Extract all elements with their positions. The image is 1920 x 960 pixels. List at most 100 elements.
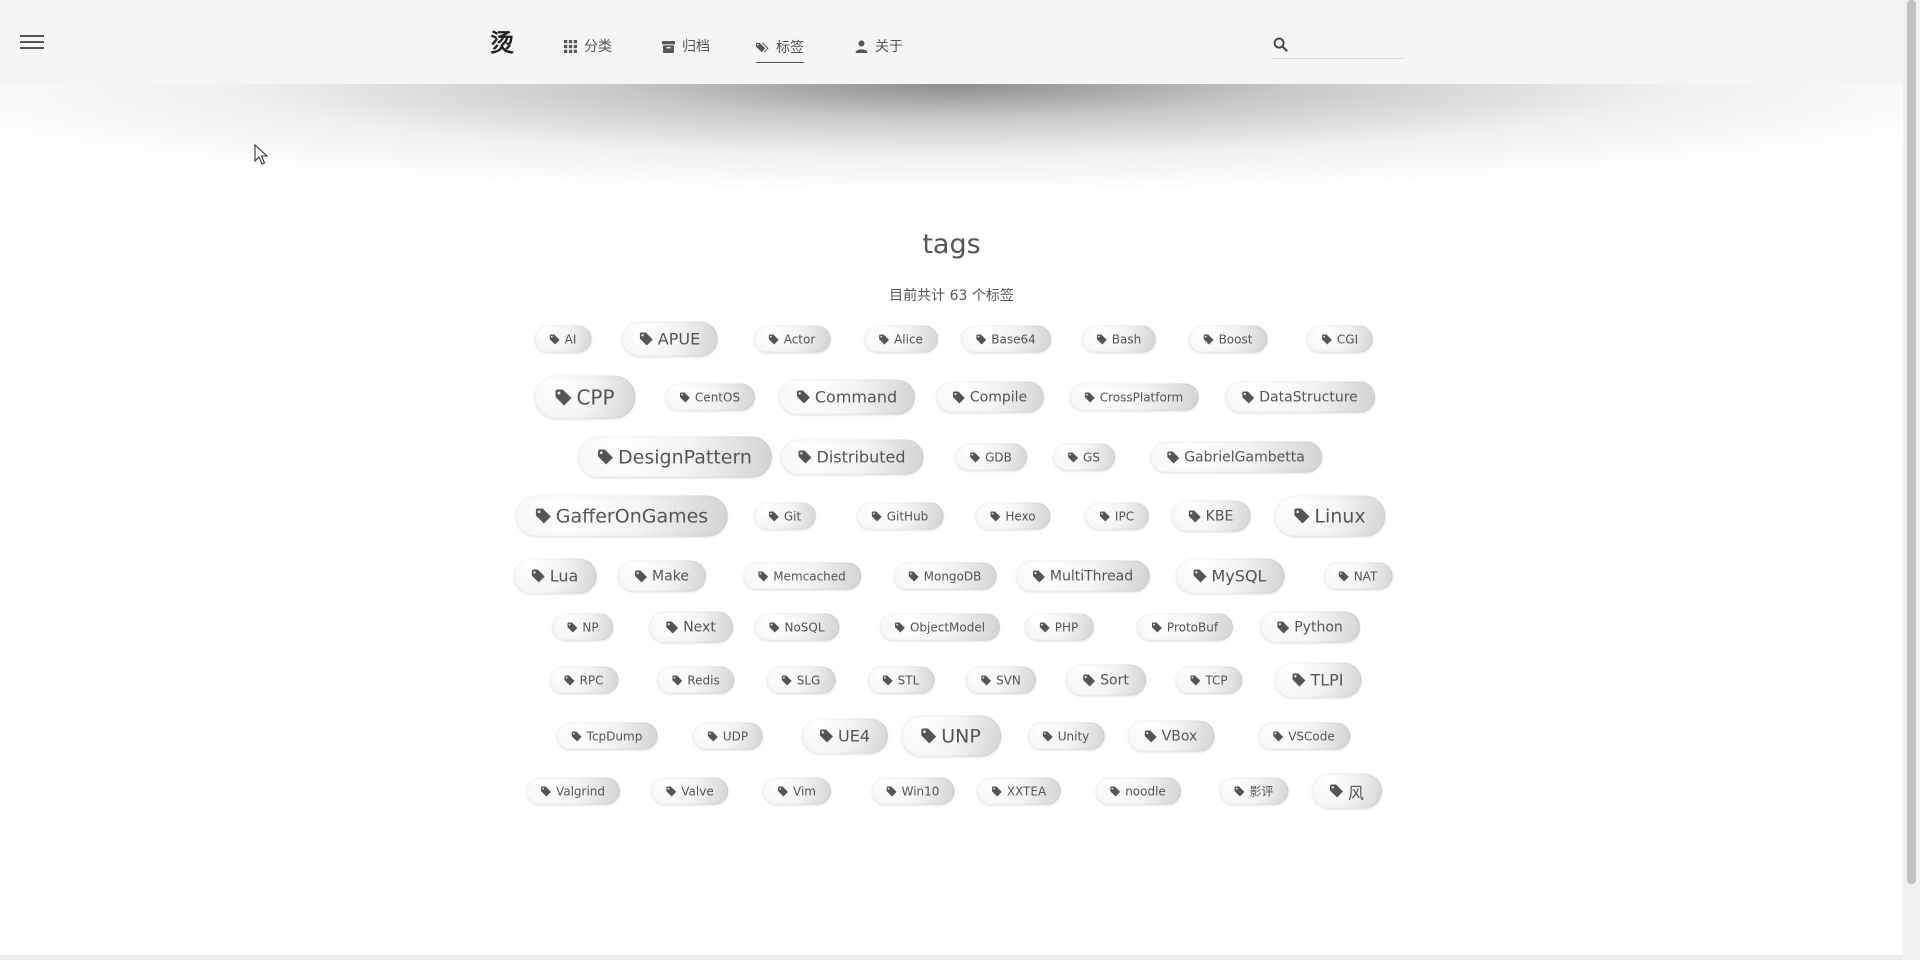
tag-link[interactable]: ObjectModel [879, 613, 1001, 641]
tag-label: CGI [1336, 332, 1359, 346]
tag-label: MongoDB [923, 569, 982, 583]
search-input[interactable] [1294, 34, 1406, 58]
tag-link[interactable]: VBox [1127, 720, 1215, 752]
tag-link[interactable]: KBE [1171, 500, 1251, 532]
tag-icon [1338, 571, 1349, 581]
tag-link[interactable]: Compile [935, 381, 1045, 413]
tag-link[interactable]: Boost [1188, 325, 1268, 353]
tag-label: Hexo [1005, 509, 1036, 523]
tag-link[interactable]: 风 [1311, 773, 1383, 809]
tag-link[interactable]: GDB [955, 443, 1027, 471]
tag-label: UE4 [838, 726, 870, 746]
tag-link[interactable]: Win10 [871, 777, 955, 805]
tag-link[interactable]: Actor [753, 325, 831, 353]
tag-link[interactable]: CrossPlatform [1069, 383, 1199, 411]
tag-link[interactable]: Memcached [743, 562, 861, 590]
tag-link[interactable]: Base64 [961, 325, 1051, 353]
tag-label: GS [1083, 450, 1100, 464]
tag-link[interactable]: Sort [1066, 664, 1146, 696]
scrollbar-thumb[interactable] [1907, 0, 1916, 884]
tag-link[interactable]: MultiThread [1015, 560, 1151, 592]
tag-link[interactable]: Bash [1081, 325, 1157, 353]
tag-link[interactable]: Valgrind [525, 777, 621, 805]
tag-link[interactable]: UNP [901, 715, 1001, 757]
tag-link[interactable]: NoSQL [754, 613, 840, 641]
tag-link[interactable]: Git [753, 502, 817, 530]
tag-link[interactable]: GafferOnGames [515, 495, 729, 537]
tag-link[interactable]: UE4 [802, 718, 888, 754]
tag-icon [1277, 621, 1290, 633]
tag-label: Git [783, 509, 802, 523]
tag-link[interactable]: Unity [1027, 722, 1105, 750]
tag-link[interactable]: SLG [766, 666, 836, 694]
tag-label: KBE [1205, 508, 1234, 524]
tag-link[interactable]: Distributed [780, 439, 924, 475]
tag-label: Bash [1111, 332, 1142, 346]
tag-link[interactable]: DesignPattern [578, 436, 772, 478]
tag-link[interactable]: XXTEA [976, 777, 1062, 805]
tag-label: Compile [969, 389, 1028, 405]
tag-link[interactable]: Lua [513, 558, 597, 594]
nav-item-categories[interactable]: 分类 [564, 34, 612, 58]
tag-link[interactable]: NAT [1323, 562, 1393, 590]
tag-link[interactable]: Redis [657, 666, 735, 694]
tag-link[interactable]: noodle [1095, 777, 1181, 805]
tag-link[interactable]: AI [534, 325, 592, 353]
tag-link[interactable]: Next [649, 611, 733, 643]
tag-link[interactable]: SVN [966, 666, 1036, 694]
tag-link[interactable]: MongoDB [893, 562, 997, 590]
tag-label: NoSQL [784, 620, 825, 634]
tag-icon [1294, 508, 1310, 524]
tag-link[interactable]: IPC [1084, 502, 1150, 530]
tag-link[interactable]: TCP [1175, 666, 1243, 694]
tag-link[interactable]: UDP [692, 722, 764, 750]
tag-icon [908, 571, 919, 581]
tag-icon [1042, 731, 1053, 741]
tag-link[interactable]: ProtoBuf [1136, 613, 1234, 641]
tag-label: DesignPattern [618, 446, 752, 468]
tag-link[interactable]: Vim [763, 777, 831, 805]
tag-icon [1039, 622, 1050, 632]
tag-icon [970, 452, 981, 462]
tag-link[interactable]: GS [1053, 443, 1115, 471]
scrollbar[interactable] [1903, 0, 1920, 960]
tag-link[interactable]: RPC [549, 666, 619, 694]
tag-label: 风 [1347, 783, 1365, 802]
tag-link[interactable]: NP [552, 613, 614, 641]
tag-link[interactable]: Make [618, 560, 706, 592]
tag-link[interactable]: APUE [621, 321, 719, 357]
tag-link[interactable]: 影评 [1219, 777, 1289, 805]
tag-link[interactable]: Valve [651, 777, 729, 805]
tag-link[interactable]: DataStructure [1225, 381, 1375, 413]
tag-link[interactable]: CentOS [664, 383, 756, 411]
tag-link[interactable]: MySQL [1175, 558, 1285, 594]
search-box[interactable] [1272, 34, 1406, 59]
tag-link[interactable]: VSCode [1258, 722, 1350, 750]
nav-item-archives[interactable]: 归档 [662, 34, 710, 58]
tag-link[interactable]: CPP [534, 375, 636, 419]
tag-link[interactable]: STL [867, 666, 935, 694]
tag-link[interactable]: Alice [864, 325, 938, 353]
tag-link[interactable]: Command [778, 379, 916, 415]
tag-icon [635, 570, 648, 582]
nav-item-about[interactable]: 关于 [855, 34, 903, 58]
tag-link[interactable]: TLPI [1274, 662, 1362, 698]
tag-link[interactable]: Python [1260, 611, 1360, 643]
tag-icon [540, 786, 551, 796]
nav-item-tags[interactable]: 标签 [756, 35, 804, 63]
tag-link[interactable]: GabrielGambetta [1150, 441, 1322, 473]
tag-link[interactable]: GitHub [856, 502, 944, 530]
tag-label: Linux [1314, 505, 1366, 527]
tag-link[interactable]: Hexo [975, 502, 1051, 530]
tag-label: Lua [549, 566, 579, 586]
tag-label: Memcached [773, 569, 846, 583]
site-brand[interactable]: 烫 [490, 28, 514, 58]
tag-label: Vim [793, 784, 816, 798]
tag-link[interactable]: TcpDump [556, 722, 658, 750]
menu-toggle-icon[interactable] [20, 35, 44, 51]
tag-label: VSCode [1288, 729, 1335, 743]
tag-link[interactable]: CGI [1306, 325, 1374, 353]
nav-label: 分类 [584, 39, 612, 55]
tag-link[interactable]: Linux [1274, 495, 1386, 537]
tag-link[interactable]: PHP [1024, 613, 1094, 641]
